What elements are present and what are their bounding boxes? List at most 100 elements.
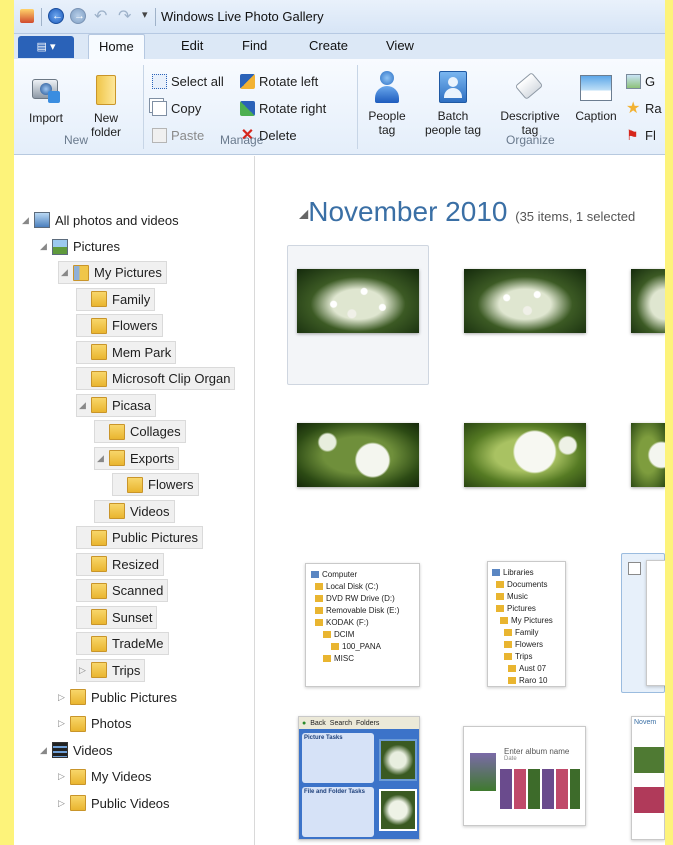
explorer-list-item: Music — [492, 590, 561, 602]
caption-button[interactable]: Caption — [572, 71, 620, 123]
tree-item-label: Exports — [130, 450, 175, 466]
redo-icon[interactable]: ↷ — [118, 6, 131, 26]
tree-item-public-pictures[interactable]: Public Pictures — [76, 526, 203, 549]
tab-home[interactable]: Home — [88, 34, 145, 60]
expanded-arrow-icon[interactable]: ◢ — [40, 241, 52, 252]
rotate-left-button[interactable]: Rotate left — [240, 71, 318, 91]
tab-create[interactable]: Create — [309, 38, 348, 53]
photo-thumbnail[interactable] — [464, 423, 586, 487]
folder-icon — [91, 609, 107, 625]
explorer-screenshot-thumbnail[interactable]: Enter album name Date — [463, 726, 586, 826]
tree-item-label: Collages — [130, 424, 181, 439]
app-menu-button[interactable]: ▤ ▾ — [18, 36, 74, 58]
tree-item-label: All photos and videos — [55, 212, 179, 228]
tree-item-mem-park[interactable]: Mem Park — [76, 340, 177, 364]
tab-find[interactable]: Find — [242, 38, 267, 53]
star-icon: ★ — [626, 99, 641, 117]
tree-item-videos[interactable]: ◢ Videos — [40, 738, 113, 762]
quick-access-dropdown-icon[interactable]: ▾ — [142, 8, 148, 21]
tab-view[interactable]: View — [386, 38, 414, 53]
collapsed-arrow-icon[interactable]: ▷ — [79, 665, 91, 676]
tree-item-collages[interactable]: Collages — [94, 420, 186, 443]
undo-icon[interactable]: ↶ — [94, 6, 107, 26]
explorer-list-item: DCIM — [311, 628, 414, 640]
expanded-arrow-icon[interactable]: ◢ — [40, 745, 52, 756]
folder-icon — [496, 592, 504, 600]
explorer-list-item: Removable Disk (E:) — [311, 604, 414, 616]
explorer-list-item: Computer — [311, 568, 414, 580]
tree-item-trademe[interactable]: TradeMe — [76, 632, 169, 655]
collapse-arrow-icon[interactable]: ◢ — [299, 207, 308, 221]
forward-icon[interactable]: → — [70, 8, 86, 24]
explorer-screenshot-thumbnail[interactable] — [646, 560, 665, 686]
back-icon[interactable]: ← — [48, 8, 64, 24]
tree-item-photos[interactable]: ▷ Photos — [58, 712, 131, 736]
geotag-button[interactable]: G — [626, 71, 655, 91]
collapsed-arrow-icon[interactable]: ▷ — [58, 798, 70, 809]
photo-gallery-window: ← → ↶ ↷ ▾ Windows Live Photo Gallery ▤ ▾… — [14, 0, 665, 845]
tree-item-trips[interactable]: ▷ Trips — [76, 658, 146, 682]
rate-button[interactable]: ★ Ra — [626, 98, 662, 118]
tree-item-microsoft-clip-organ[interactable]: Microsoft Clip Organ — [76, 367, 236, 390]
descriptive-tag-button[interactable]: Descriptive tag — [494, 71, 566, 137]
tree-item-flowers[interactable]: Flowers — [76, 314, 163, 337]
flag-button[interactable]: ⚑ Fl — [626, 125, 656, 145]
tree-item-scanned[interactable]: Scanned — [76, 579, 169, 602]
tree-item-flowers[interactable]: Flowers — [112, 473, 199, 496]
rotate-right-button[interactable]: Rotate right — [240, 98, 326, 118]
photo-thumbnail[interactable] — [464, 269, 586, 333]
photo-thumbnail[interactable] — [297, 423, 419, 487]
tree-item-all-photos-and-videos[interactable]: ◢ All photos and videos — [22, 208, 179, 232]
folder-icon — [109, 450, 125, 466]
new-folder-button[interactable]: New folder — [82, 73, 130, 139]
explorer-item-label: Flowers — [515, 639, 544, 649]
folder-icon — [70, 768, 86, 785]
gallery-content: ◢November 2010 (35 items, 1 selected Com… — [255, 156, 665, 845]
import-button[interactable]: Import — [26, 73, 66, 125]
folder-icon — [492, 568, 500, 576]
explorer-item-label: Pictures — [507, 603, 536, 613]
expanded-arrow-icon[interactable]: ◢ — [79, 400, 91, 411]
explorer-screenshot-thumbnail[interactable]: ● Back Search Folders Picture Tasks File a… — [298, 716, 420, 840]
tree-item-my-pictures[interactable]: ◢ My Pictures — [58, 261, 167, 284]
tree-item-my-videos[interactable]: ▷ My Videos — [58, 765, 151, 789]
paste-button[interactable]: Paste — [152, 125, 204, 145]
collapsed-arrow-icon[interactable]: ▷ — [58, 771, 70, 782]
explorer-screenshot-thumbnail[interactable]: Novem — [631, 716, 665, 840]
photo-thumbnail[interactable] — [297, 269, 419, 333]
tab-edit[interactable]: Edit — [181, 38, 203, 53]
explorer-screenshot-thumbnail[interactable]: Libraries Documents Music Pictures My Pictur… — [487, 561, 566, 687]
tree-item-family[interactable]: Family — [76, 287, 156, 311]
photo-thumbnail[interactable] — [631, 269, 665, 333]
photo-thumbnail[interactable] — [631, 423, 665, 487]
select-all-button[interactable]: Select all — [152, 71, 224, 91]
folder-icon — [91, 635, 107, 652]
explorer-item-label: Local Disk (C:) — [326, 581, 379, 591]
tree-item-public-pictures[interactable]: ▷ Public Pictures — [58, 685, 177, 709]
checkbox[interactable] — [628, 562, 641, 575]
explorer-screenshot-thumbnail[interactable]: Computer Local Disk (C:) DVD RW Drive (D:)… — [305, 563, 420, 687]
explorer-list-item: 100_PANA — [311, 640, 414, 652]
tree-item-public-videos[interactable]: ▷ Public Videos — [58, 791, 170, 815]
folder-icon — [109, 423, 125, 440]
collapsed-arrow-icon[interactable]: ▷ — [58, 718, 70, 729]
rotate-left-icon — [240, 73, 255, 89]
videos-icon — [52, 742, 68, 758]
copy-icon — [152, 100, 167, 116]
expanded-arrow-icon[interactable]: ◢ — [22, 215, 34, 226]
tree-item-videos[interactable]: Videos — [94, 499, 175, 523]
tree-item-resized[interactable]: Resized — [76, 552, 164, 576]
tree-item-exports[interactable]: ◢ Exports — [94, 446, 180, 470]
batch-people-tag-button[interactable]: Batch people tag — [418, 71, 488, 137]
expanded-arrow-icon[interactable]: ◢ — [61, 267, 73, 278]
gallery-icon — [34, 212, 50, 228]
tree-item-picasa[interactable]: ◢ Picasa — [76, 393, 157, 417]
date-group-header[interactable]: ◢November 2010 (35 items, 1 selected — [299, 196, 635, 228]
people-tag-button[interactable]: People tag — [362, 71, 412, 137]
collapsed-arrow-icon[interactable]: ▷ — [58, 692, 70, 703]
tree-item-sunset[interactable]: Sunset — [76, 605, 158, 629]
expanded-arrow-icon[interactable]: ◢ — [97, 453, 109, 464]
tree-item-pictures[interactable]: ◢ Pictures — [40, 235, 120, 259]
copy-button[interactable]: Copy — [152, 98, 201, 118]
selected-thumbnail-frame[interactable] — [621, 553, 665, 693]
